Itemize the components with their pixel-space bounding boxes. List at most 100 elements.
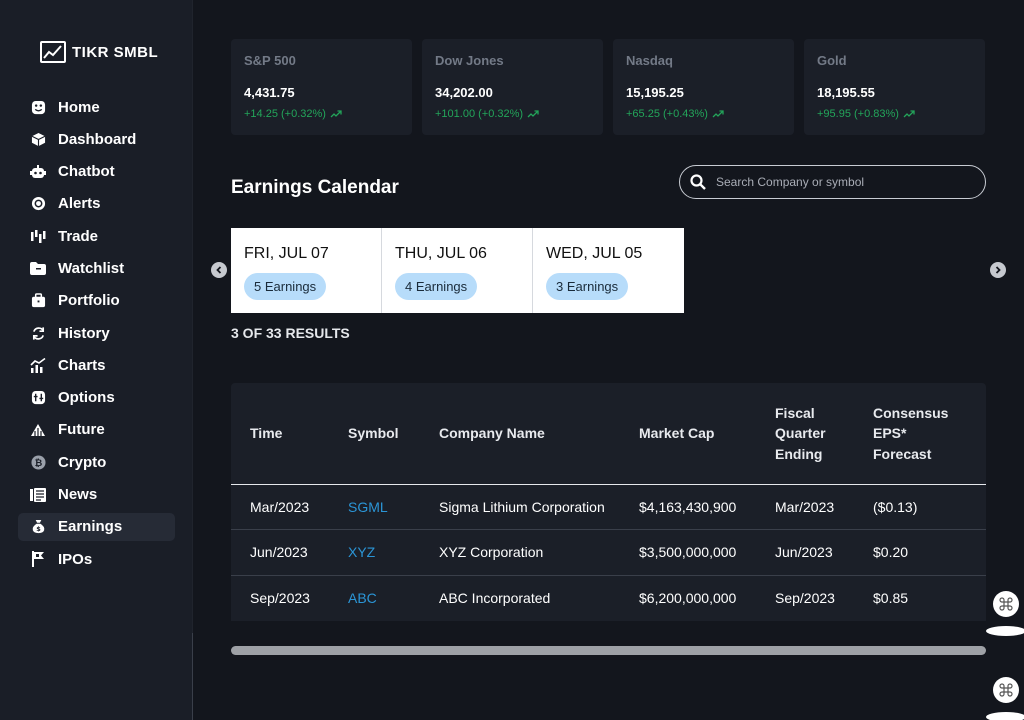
bitcoin-icon: ₿ [30, 454, 46, 470]
column-header-fiscal-quarter[interactable]: Fiscal Quarter Ending [756, 383, 854, 485]
sidebar-item-news[interactable]: News [18, 481, 175, 509]
ticker-card-dow-jones[interactable]: Dow Jones 34,202.00 +101.00 (+0.32%) [422, 39, 603, 135]
sidebar-item-label: Watchlist [58, 259, 125, 277]
sidebar-divider [192, 633, 193, 720]
date-label: FRI, JUL 07 [244, 245, 329, 262]
sidebar-item-watchlist[interactable]: Watchlist [18, 254, 175, 282]
cell-fiscal-quarter: Jun/2023 [756, 529, 854, 576]
column-header-eps-forecast[interactable]: Consensus EPS* Forecast [854, 383, 986, 485]
table-row[interactable]: Mar/2023 SGML Sigma Lithium Corporation … [231, 484, 986, 530]
sidebar-item-chatbot[interactable]: Chatbot [18, 158, 175, 186]
sidebar-item-options[interactable]: Options [18, 384, 175, 412]
sidebar-item-earnings[interactable]: $ Earnings [18, 512, 175, 541]
carousel-next-button[interactable] [990, 262, 1006, 278]
results-count: 3 OF 33 RESULTS [231, 325, 350, 341]
horizontal-scrollbar[interactable] [231, 646, 986, 655]
sidebar-item-label: History [58, 324, 110, 342]
column-header-time[interactable]: Time [231, 383, 329, 485]
earnings-count-badge: 5 Earnings [244, 273, 327, 300]
ticker-card-gold[interactable]: Gold 18,195.55 +95.95 (+0.83%) [804, 39, 985, 135]
sidebar-nav: Home Dashboard Chatbot Alerts Trade Watc… [18, 93, 175, 577]
sidebar-item-label: IPOs [58, 550, 93, 568]
logo[interactable]: TIKR SMBL [40, 41, 158, 63]
date-card[interactable]: FRI, JUL 07 5 Earnings [231, 228, 382, 313]
folder-icon [30, 260, 46, 276]
floating-command-button[interactable] [993, 591, 1019, 617]
cell-market-cap: $4,163,430,900 [620, 484, 756, 530]
cell-company: Sigma Lithium Corporation [420, 484, 620, 530]
ticker-card-sp500[interactable]: S&P 500 4,431.75 +14.25 (+0.32%) [231, 39, 412, 135]
ticker-value: 18,195.55 [817, 85, 875, 100]
cube-icon [30, 131, 46, 147]
sidebar-item-label: Home [58, 98, 100, 116]
ticker-value: 34,202.00 [435, 85, 493, 100]
trend-up-icon [330, 110, 342, 118]
sidebar-item-label: Portfolio [58, 292, 120, 310]
logo-chart-icon [40, 41, 66, 63]
svg-text:$: $ [36, 525, 41, 533]
earnings-count-badge: 4 Earnings [395, 273, 478, 300]
floating-widget-edge[interactable] [986, 626, 1024, 636]
floating-widget-edge[interactable] [986, 712, 1024, 720]
flag-icon [30, 551, 46, 568]
sidebar-item-future[interactable]: Future [18, 416, 175, 444]
cell-eps-forecast: ($0.13) [854, 484, 986, 530]
date-card[interactable]: THU, JUL 06 4 Earnings [382, 228, 533, 313]
earnings-date-carousel: FRI, JUL 07 5 Earnings THU, JUL 06 4 Ear… [231, 228, 684, 313]
sidebar-item-label: Alerts [58, 195, 101, 213]
carousel-prev-button[interactable] [211, 262, 227, 278]
cell-symbol-link[interactable]: ABC [329, 575, 420, 621]
trend-up-icon [903, 110, 915, 118]
search-input[interactable] [716, 175, 976, 189]
cell-eps-forecast: $0.85 [873, 590, 909, 606]
cell-company: ABC Incorporated [439, 590, 551, 606]
sidebar-item-dashboard[interactable]: Dashboard [18, 125, 175, 153]
search-box[interactable] [679, 165, 986, 199]
cell-eps-forecast: $0.20 [854, 529, 986, 576]
ticker-value: 15,195.25 [626, 85, 684, 100]
cell-symbol-link[interactable]: SGML [329, 484, 420, 530]
ticker-card-nasdaq[interactable]: Nasdaq 15,195.25 +65.25 (+0.43%) [613, 39, 794, 135]
money-bag-icon: $ [30, 519, 46, 535]
sidebar-item-charts[interactable]: Charts [18, 351, 175, 379]
table-row[interactable]: Jun/2023 XYZ XYZ Corporation $3,500,000,… [231, 529, 986, 576]
ticker-change: +95.95 (+0.83%) [817, 108, 972, 120]
sidebar-item-history[interactable]: History [18, 319, 175, 347]
sidebar: TIKR SMBL Home Dashboard Chatbot Alerts … [0, 0, 193, 720]
news-icon [30, 487, 46, 503]
sidebar-item-trade[interactable]: Trade [18, 222, 175, 250]
candlestick-icon [30, 228, 46, 244]
command-icon [999, 683, 1013, 697]
sidebar-item-label: Crypto [58, 453, 107, 471]
future-icon [30, 422, 46, 438]
cell-symbol-link[interactable]: XYZ [329, 529, 420, 576]
trend-up-icon [527, 110, 539, 118]
svg-text:₿: ₿ [34, 458, 42, 469]
sidebar-item-label: Earnings [58, 518, 123, 536]
ticker-change: +14.25 (+0.32%) [244, 108, 399, 120]
column-header-market-cap[interactable]: Market Cap [620, 383, 756, 485]
cell-fiscal-quarter: Mar/2023 [756, 484, 854, 530]
table-row[interactable]: Sep/2023 ABC ABC Incorporated $6,200,000… [231, 575, 986, 621]
ticker-change-text: +101.00 (+0.32%) [435, 108, 524, 120]
sidebar-item-label: Charts [58, 356, 106, 374]
ticker-change: +65.25 (+0.43%) [626, 108, 781, 120]
smiley-icon [30, 99, 46, 115]
history-icon [30, 325, 46, 341]
date-card[interactable]: WED, JUL 05 3 Earnings [533, 228, 684, 313]
cell-company: XYZ Corporation [420, 529, 620, 576]
trend-up-icon [712, 110, 724, 118]
column-header-company[interactable]: Company Name [420, 383, 620, 485]
sidebar-item-crypto[interactable]: ₿ Crypto [18, 448, 175, 476]
sidebar-item-alerts[interactable]: Alerts [18, 190, 175, 218]
column-header-symbol[interactable]: Symbol [329, 383, 420, 485]
page-title: Earnings Calendar [231, 177, 399, 198]
ticker-name: Nasdaq [626, 53, 673, 68]
floating-command-button[interactable] [993, 677, 1019, 703]
alert-icon [30, 196, 46, 212]
sidebar-item-ipos[interactable]: IPOs [18, 545, 175, 573]
sidebar-item-portfolio[interactable]: Portfolio [18, 287, 175, 315]
cell-market-cap: $6,200,000,000 [639, 590, 737, 606]
sidebar-item-home[interactable]: Home [18, 93, 175, 121]
earnings-table: Time Symbol Company Name Market Cap Fisc… [231, 383, 986, 621]
